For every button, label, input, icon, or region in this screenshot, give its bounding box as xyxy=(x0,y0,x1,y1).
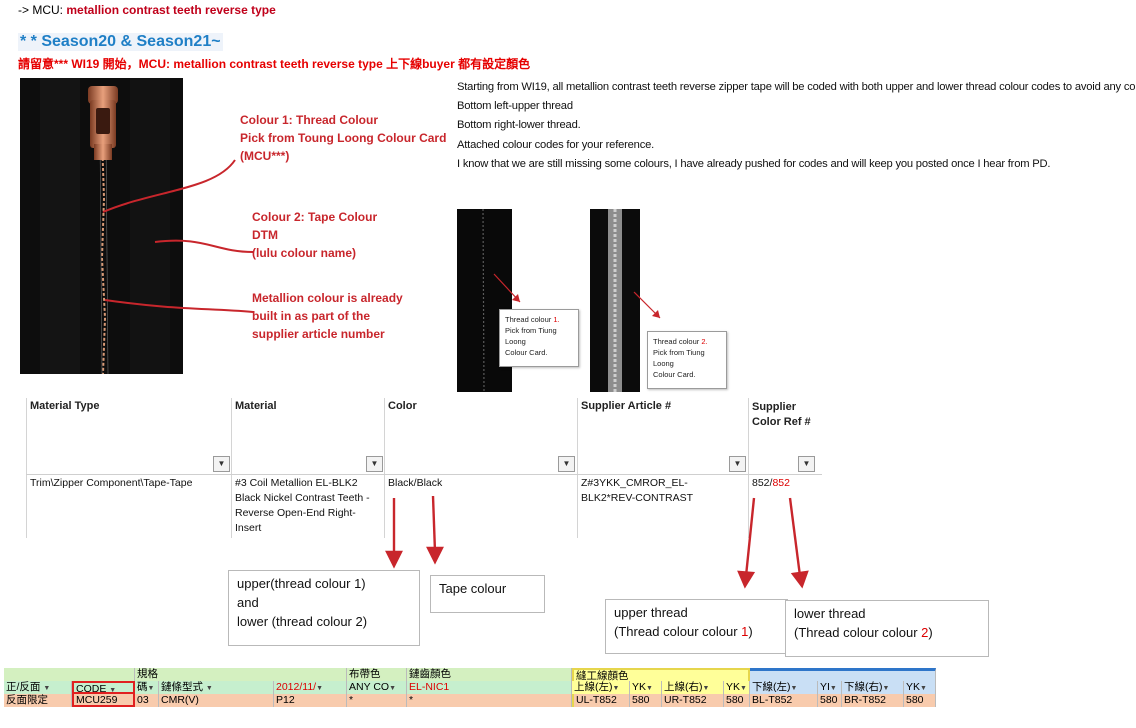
swatch1-arrow xyxy=(493,273,521,303)
doc-title: metallion contrast teeth reverse type xyxy=(66,3,276,17)
cell-p[interactable]: P12 xyxy=(274,694,347,707)
swatch2-callout: Thread colour 2. Pick from Tiung Loong C… xyxy=(647,331,727,389)
hdr-type[interactable]: 鏈條型式 ▼ xyxy=(159,681,274,694)
hdr-any-color[interactable]: ANY CO▼ xyxy=(347,681,407,694)
intro-text: Starting from WI19, all metallion contra… xyxy=(457,81,1136,170)
hdr-teeth[interactable]: EL-NIC1 xyxy=(407,681,572,694)
cell-type[interactable]: CMR(V) xyxy=(159,694,274,707)
hdr-yk2[interactable]: YK▼ xyxy=(724,681,750,694)
cell-color-ref: 852/852 xyxy=(752,477,790,489)
cell-ur-n[interactable]: 580 xyxy=(724,694,750,707)
cell-size[interactable]: 03 xyxy=(135,694,159,707)
filter-dropdown-icon[interactable]: ▼ xyxy=(366,456,383,472)
cell-br-n[interactable]: 580 xyxy=(904,694,936,707)
cell-color: Black/Black xyxy=(388,477,443,489)
lower-thread-box: lower thread (Thread colour colour 2) xyxy=(785,600,989,657)
filter-dropdown-icon[interactable]: ▼ xyxy=(729,456,746,472)
upper-lower-box: upper(thread colour 1) and lower (thread c… xyxy=(228,570,420,646)
cell-bl-n[interactable]: 580 xyxy=(818,694,842,707)
filter-dropdown-icon[interactable]: ▼ xyxy=(798,456,815,472)
colour1-annotation: Colour 1: Thread Colour Pick from Toung L… xyxy=(240,113,447,163)
upper-thread-box: upper thread (Thread colour colour 1) xyxy=(605,599,788,654)
breadcrumb: -> MCU: metallion contrast teeth reverse… xyxy=(18,3,276,17)
season-heading: * * Season20 & Season21~ xyxy=(18,33,223,51)
hdr-ul[interactable]: 上線(左)▼ xyxy=(572,681,630,694)
col-color-ref: Supplier Color Ref # xyxy=(752,401,811,428)
hdr-br[interactable]: 下線(右)▼ xyxy=(842,681,904,694)
cell-bl[interactable]: BL-T852 xyxy=(750,694,818,707)
col-color: Color xyxy=(388,400,417,412)
notice-text: 請留意*** WI19 開始，MCU: metallion contrast t… xyxy=(18,57,531,71)
cell-star2[interactable]: * xyxy=(407,694,572,707)
col-material-type: Material Type xyxy=(30,400,100,412)
hdr-date[interactable]: 2012/11/▼ xyxy=(274,681,347,694)
annotation-lines xyxy=(102,159,254,313)
tape-colour-box: Tape colour xyxy=(430,575,545,613)
code-spreadsheet: 規格 布帶色 鏈齒顏色 縫工線顏色 正/反面 ▼ CODE ▼ 碼▼ 鏈條型式 … xyxy=(4,668,936,712)
hdr-side[interactable]: 正/反面 ▼ xyxy=(4,681,72,694)
filter-dropdown-icon[interactable]: ▼ xyxy=(558,456,575,472)
hdr-yk1[interactable]: YK▼ xyxy=(630,681,662,694)
hdr-ur[interactable]: 上線(右)▼ xyxy=(662,681,724,694)
cell-code[interactable]: MCU259 xyxy=(72,694,135,707)
colour2-annotation: Colour 2: Tape Colour DTM (lulu colour nam… xyxy=(252,210,378,260)
cell-material: #3 Coil Metallion EL-BLK2 Black Nickel C… xyxy=(235,477,370,534)
cell-ul[interactable]: UL-T852 xyxy=(572,694,630,707)
col-article: Supplier Article # xyxy=(581,400,672,412)
hdr-code[interactable]: CODE ▼ xyxy=(72,681,135,694)
cell-material-type: Trim\Zipper Component\Tape-Tape xyxy=(30,477,193,489)
hdr-yi[interactable]: YI▼ xyxy=(818,681,842,694)
filter-dropdown-icon[interactable]: ▼ xyxy=(213,456,230,472)
hdr-bl[interactable]: 下線(左)▼ xyxy=(750,681,818,694)
cell-side[interactable]: 反面限定 xyxy=(4,694,72,707)
hdr-size[interactable]: 碼▼ xyxy=(135,681,159,694)
col-material: Material xyxy=(235,400,277,412)
hdr-yk3[interactable]: YK▼ xyxy=(904,681,936,694)
cell-star1[interactable]: * xyxy=(347,694,407,707)
swatch2-arrow xyxy=(633,291,661,319)
cell-ul-n[interactable]: 580 xyxy=(630,694,662,707)
cell-ur[interactable]: UR-T852 xyxy=(662,694,724,707)
swatch1-callout: Thread colour 1. Pick from Tiung Loong C… xyxy=(499,309,579,367)
cell-br[interactable]: BR-T852 xyxy=(842,694,904,707)
metallion-annotation: Metallion colour is already built in as p… xyxy=(252,291,403,341)
